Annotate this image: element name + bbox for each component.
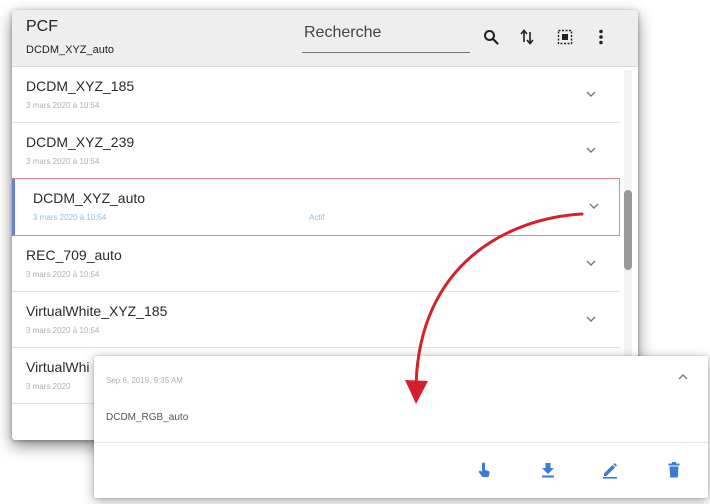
search-input[interactable] <box>302 22 464 42</box>
apply-button[interactable] <box>472 458 496 482</box>
sort-button[interactable] <box>514 24 540 50</box>
list-item-active[interactable]: DCDM_XYZ_auto 3 mars 2020 à 10:54 Actif <box>12 178 620 236</box>
search-icon <box>484 30 499 45</box>
more-options-button[interactable] <box>588 24 614 50</box>
detail-date: Sep 6, 2019, 9:35 AM <box>106 376 183 385</box>
pcf-list: DCDM_XYZ_185 3 mars 2020 à 10:54 DCDM_XY… <box>12 67 620 404</box>
item-name: REC_709_auto <box>26 247 122 263</box>
item-date: 3 mars 2020 à 10:54 <box>33 213 107 222</box>
detail-name: DCDM_RGB_auto <box>106 412 189 423</box>
item-date: 3 mars 2020 à 10:54 <box>26 270 100 279</box>
item-name: VirtualWhite_XYZ_185 <box>26 303 168 319</box>
page-title: PCF <box>26 18 58 35</box>
list-item[interactable]: VirtualWhite_XYZ_185 3 mars 2020 à 10:54 <box>12 292 620 348</box>
download-icon <box>542 463 554 478</box>
more-vert-icon <box>599 29 603 45</box>
chevron-up-icon[interactable] <box>676 372 690 382</box>
list-item[interactable]: DCDM_XYZ_185 3 mars 2020 à 10:54 <box>12 67 620 123</box>
item-date: 3 mars 2020 à 10:54 <box>26 326 100 335</box>
select-all-icon <box>557 29 573 45</box>
sort-icon <box>520 29 534 45</box>
edit-icon <box>603 463 617 479</box>
chevron-down-icon[interactable] <box>584 314 598 324</box>
divider <box>94 442 708 443</box>
search-button[interactable] <box>478 24 504 50</box>
item-name: DCDM_XYZ_185 <box>26 78 135 94</box>
item-name: VirtualWhi <box>26 359 90 375</box>
app-header: PCF DCDM_XYZ_auto <box>12 10 638 67</box>
search-box <box>302 22 470 53</box>
item-date: 3 mars 2020 à 10:54 <box>26 157 100 166</box>
delete-icon <box>668 462 680 478</box>
chevron-down-icon[interactable] <box>584 145 598 155</box>
chevron-down-icon[interactable] <box>584 89 598 99</box>
chevron-down-icon[interactable] <box>587 201 601 211</box>
item-name: DCDM_XYZ_239 <box>26 134 135 150</box>
download-button[interactable] <box>536 458 560 482</box>
touch-icon <box>478 462 490 477</box>
item-name: DCDM_XYZ_auto <box>33 190 146 206</box>
delete-button[interactable] <box>662 458 686 482</box>
select-all-button[interactable] <box>552 24 578 50</box>
item-date: 3 mars 2020 <box>26 382 71 391</box>
edit-button[interactable] <box>598 458 622 482</box>
list-item[interactable]: REC_709_auto 3 mars 2020 à 10:54 <box>12 236 620 292</box>
status-badge: Actif <box>309 213 325 222</box>
list-item[interactable]: DCDM_XYZ_239 3 mars 2020 à 10:54 <box>12 123 620 179</box>
page-subtitle: DCDM_XYZ_auto <box>26 44 115 56</box>
chevron-down-icon[interactable] <box>584 258 598 268</box>
item-date: 3 mars 2020 à 10:54 <box>26 101 100 110</box>
expanded-detail-card: Sep 6, 2019, 9:35 AM DCDM_RGB_auto <box>94 356 708 498</box>
scrollbar-thumb[interactable] <box>624 190 632 270</box>
